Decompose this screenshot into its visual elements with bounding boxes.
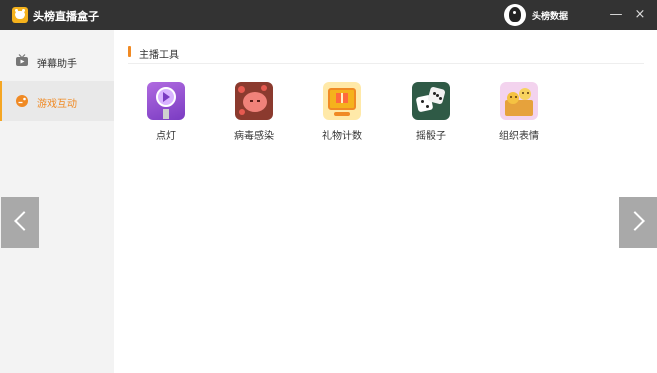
next-arrow-button[interactable] (619, 197, 657, 248)
tool-label: 组织表情 (499, 131, 539, 142)
section-title: 主播工具 (139, 50, 179, 61)
bear-face-icon (12, 7, 28, 23)
title-bar: 头榜直播盒子 头榜数据 — × (0, 0, 657, 30)
section-divider (128, 63, 644, 64)
tv-icon (16, 54, 28, 66)
user-name[interactable]: 头榜数据 (532, 9, 568, 22)
prev-arrow-button[interactable] (1, 197, 39, 248)
dice-icon (412, 82, 450, 120)
tool-label: 礼物计数 (322, 131, 362, 142)
emoji-group-icon (500, 82, 538, 120)
tool-virus[interactable]: 病毒感染 (219, 82, 289, 146)
gift-counter-icon (323, 82, 361, 120)
sidebar-item-label: 弹幕助手 (37, 59, 77, 70)
virus-icon (235, 82, 273, 120)
chevron-right-icon (625, 211, 645, 231)
app-title: 头榜直播盒子 (33, 10, 99, 23)
tool-emoji-group[interactable]: 组织表情 (484, 82, 554, 146)
bird-avatar-icon[interactable] (504, 4, 526, 26)
tool-gift-counter[interactable]: 礼物计数 (307, 82, 377, 146)
main-panel: 主播工具 点灯 病毒感染 礼物计数 摇骰子 组织表情 (114, 30, 657, 373)
section-marker (128, 46, 131, 57)
close-button[interactable]: × (632, 6, 648, 24)
tool-dice[interactable]: 摇骰子 (396, 82, 466, 146)
light-play-icon (147, 82, 185, 120)
sidebar-item-game[interactable]: 游戏互动 (0, 81, 114, 121)
game-icon (16, 95, 28, 107)
chevron-left-icon (14, 211, 34, 231)
sidebar-item-danmaku[interactable]: 弹幕助手 (0, 41, 114, 81)
tool-label: 病毒感染 (234, 131, 274, 142)
tool-label: 点灯 (156, 131, 176, 142)
minimize-button[interactable]: — (608, 6, 624, 24)
tool-light[interactable]: 点灯 (131, 82, 201, 146)
sidebar-item-label: 游戏互动 (37, 99, 77, 110)
tool-label: 摇骰子 (416, 131, 446, 142)
